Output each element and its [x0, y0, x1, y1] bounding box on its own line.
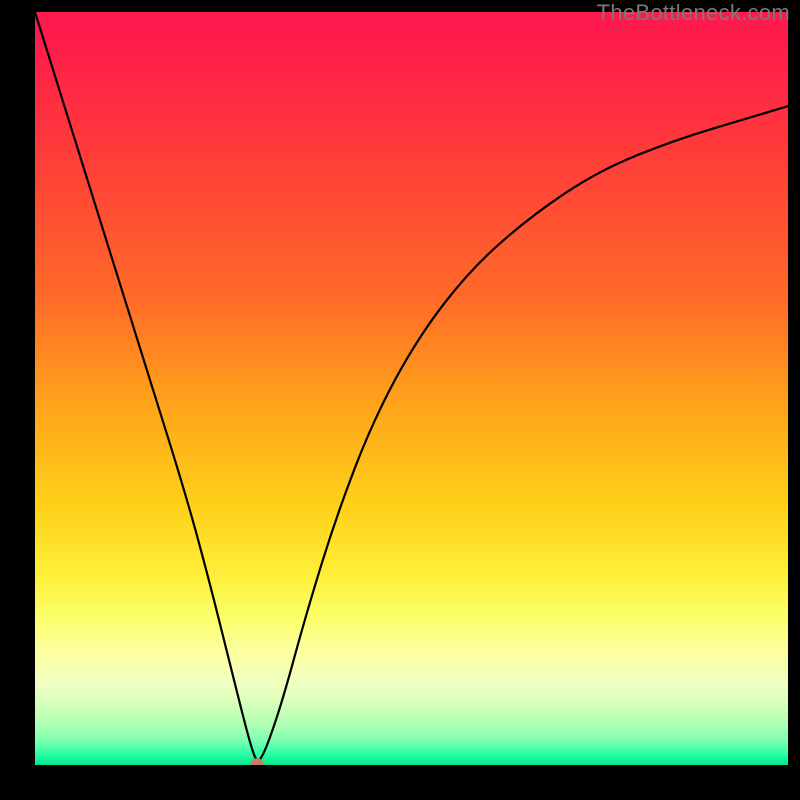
- watermark-text: TheBottleneck.com: [597, 0, 790, 26]
- plot-area: [35, 12, 788, 765]
- curve-layer: [35, 12, 788, 765]
- bottleneck-curve: [35, 12, 788, 760]
- chart-stage: TheBottleneck.com: [0, 0, 800, 800]
- minimum-marker: [250, 758, 264, 765]
